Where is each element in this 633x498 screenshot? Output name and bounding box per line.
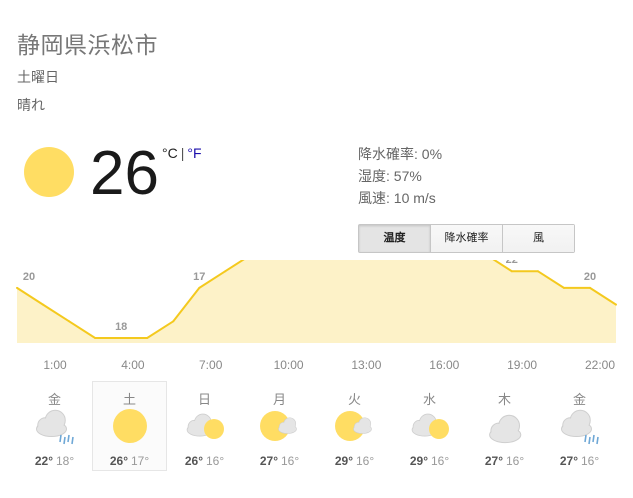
forecast-day-name: 木 <box>497 392 511 407</box>
forecast-day[interactable]: 金 22° 18° <box>17 381 92 471</box>
temperature-point <box>42 303 44 306</box>
chart-tabs: 温度 降水確率 風 <box>358 224 575 253</box>
temperature-point <box>146 337 149 339</box>
unit-toggle: °C | °F <box>162 145 202 161</box>
forecast-temps: 29° 16° <box>317 454 392 468</box>
forecast-high: 26° <box>109 454 128 468</box>
temperature-data-label: 17 <box>193 271 205 283</box>
temperature-point <box>198 286 201 289</box>
time-tick-label: 10:00 <box>273 358 304 372</box>
current-temperature: 26 <box>90 139 159 208</box>
fahrenheit-link[interactable]: °F <box>187 145 201 161</box>
forecast-temps: 27° 16° <box>467 454 542 468</box>
forecast-day[interactable]: 月 27° 16° <box>242 381 317 471</box>
forecast-day-name: 金 <box>572 392 586 407</box>
temperature-point <box>224 270 227 273</box>
time-tick-label: 16:00 <box>429 358 460 372</box>
condition-label: 晴れ <box>17 97 45 113</box>
forecast-temps: 27° 16° <box>242 454 317 468</box>
forecast-day[interactable]: 日 26° 16° <box>167 381 242 471</box>
forecast-low: 16° <box>206 454 225 468</box>
forecast-low: 16° <box>281 454 300 468</box>
tab-temperature[interactable]: 温度 <box>359 225 431 252</box>
humidity-detail: 湿度: 57% <box>358 168 422 184</box>
temperature-point <box>536 270 539 273</box>
weather-details: 降水確率: 0% 湿度: 57% 風速: 10 m/s <box>358 143 442 209</box>
time-tick-label: 22:00 <box>584 358 616 372</box>
temperature-chart: 2018172124262220 <box>16 260 617 343</box>
forecast-high: 29° <box>334 454 353 468</box>
temperature-point <box>172 320 175 323</box>
temperature-data-label: 18 <box>115 321 127 333</box>
day-label: 土曜日 <box>17 69 59 85</box>
wind-detail: 風速: 10 m/s <box>358 190 436 206</box>
temperature-data-label: 22 <box>506 260 518 266</box>
temperature-point <box>589 286 591 289</box>
sun-icon <box>24 147 74 197</box>
cloud-rain-icon <box>561 409 599 445</box>
location-title: 静岡県浜松市 <box>17 32 158 58</box>
forecast-day-name: 金 <box>47 392 61 407</box>
forecast-day[interactable]: 金 27° 16° <box>542 381 617 471</box>
forecast-day[interactable]: 火 29° 16° <box>317 381 392 471</box>
forecast-day-name: 土 <box>122 392 136 407</box>
forecast-temps: 27° 16° <box>542 454 617 468</box>
temperature-point <box>615 303 617 306</box>
time-tick-label: 7:00 <box>199 358 223 372</box>
precipitation-detail: 降水確率: 0% <box>358 146 443 162</box>
time-axis: 1:00 4:00 7:00 10:00 13:00 16:00 19:00 22:00 <box>0 358 633 374</box>
forecast-day-name: 火 <box>347 392 361 407</box>
temperature-point <box>510 270 513 273</box>
forecast-high: 26° <box>184 454 203 468</box>
forecast-low: 18° <box>56 454 75 468</box>
temperature-area <box>17 260 616 343</box>
forecast-low: 16° <box>581 454 600 468</box>
forecast-low: 17° <box>131 454 150 468</box>
temperature-point <box>68 320 71 323</box>
celsius-unit[interactable]: °C <box>162 145 178 161</box>
forecast-temps: 29° 16° <box>392 454 467 468</box>
cloud-rain-icon <box>36 409 74 445</box>
forecast-temps: 22° 18° <box>17 454 92 468</box>
forecast-high: 27° <box>259 454 278 468</box>
cloud-icon <box>489 414 522 444</box>
time-tick-label: 13:00 <box>351 358 382 372</box>
sun-cloud-icon <box>260 411 297 441</box>
temperature-point <box>94 337 97 339</box>
temperature-point <box>120 337 123 339</box>
daily-forecast: 金 22° 18° 土 26° 17° 日 26° 16° 月 27° 16° 火 29° 16° 水 29° 1… <box>17 381 617 473</box>
temperature-point <box>16 286 18 289</box>
temperature-data-label: 20 <box>23 271 35 283</box>
time-tick-label: 4:00 <box>121 358 145 372</box>
temperature-data-label: 20 <box>584 271 596 283</box>
forecast-high: 22° <box>34 454 53 468</box>
forecast-low: 16° <box>431 454 450 468</box>
tab-wind[interactable]: 風 <box>503 225 574 252</box>
unit-separator: | <box>180 145 185 161</box>
sun-cloud-icon <box>335 411 372 441</box>
forecast-low: 16° <box>356 454 375 468</box>
forecast-day-name: 日 <box>197 392 211 407</box>
forecast-day[interactable]: 水 29° 16° <box>392 381 467 471</box>
cloud-sun-icon <box>186 413 224 439</box>
tab-precipitation[interactable]: 降水確率 <box>431 225 503 252</box>
forecast-day[interactable]: 木 27° 16° <box>467 381 542 471</box>
forecast-high: 27° <box>484 454 503 468</box>
temperature-point <box>562 286 565 289</box>
forecast-high: 29° <box>409 454 428 468</box>
forecast-low: 16° <box>506 454 525 468</box>
forecast-temps: 26° 17° <box>93 454 166 468</box>
sun-icon <box>113 409 147 443</box>
cloud-sun-icon <box>411 413 449 439</box>
forecast-high: 27° <box>559 454 578 468</box>
forecast-day-name: 月 <box>272 392 286 407</box>
forecast-day-name: 水 <box>422 392 436 407</box>
forecast-temps: 26° 16° <box>167 454 242 468</box>
forecast-day[interactable]: 土 26° 17° <box>92 381 167 471</box>
time-tick-label: 1:00 <box>43 358 67 372</box>
time-tick-label: 19:00 <box>507 358 538 372</box>
